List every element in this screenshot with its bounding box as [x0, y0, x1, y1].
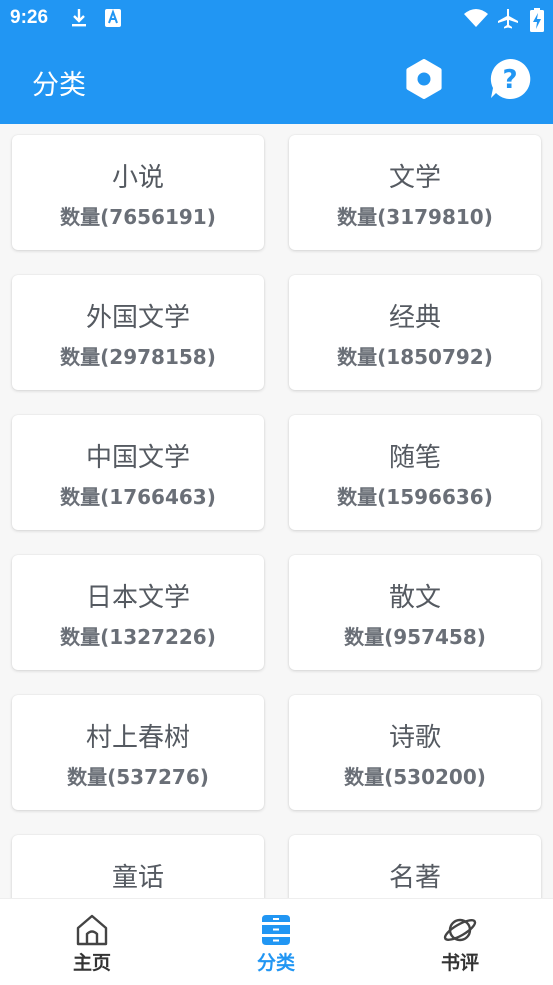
category-card[interactable]: 村上春树 数量(537276) [12, 695, 264, 810]
nav-label-reviews: 书评 [440, 952, 479, 974]
svg-text:?: ? [502, 65, 517, 95]
category-name: 名著 [388, 863, 441, 893]
planet-icon [442, 913, 478, 947]
category-name: 经典 [388, 303, 441, 333]
category-count: 数量(957458) [344, 625, 486, 649]
category-name: 日本文学 [85, 583, 190, 613]
nav-label-category: 分类 [256, 952, 295, 974]
home-icon [74, 913, 110, 947]
category-card[interactable]: 文学 数量(3179810) [289, 135, 541, 250]
category-name: 散文 [388, 583, 441, 613]
status-bar: 9:26 [0, 0, 553, 38]
app-bar: 分类 ? [0, 38, 553, 124]
category-name: 文学 [388, 163, 441, 193]
category-name: 外国文学 [85, 303, 190, 333]
category-card[interactable]: 诗歌 数量(530200) [289, 695, 541, 810]
category-card[interactable]: 随笔 数量(1596636) [289, 415, 541, 530]
category-card[interactable]: 中国文学 数量(1766463) [12, 415, 264, 530]
category-count: 数量(530200) [344, 765, 486, 789]
nav-item-reviews[interactable]: 书评 [368, 899, 552, 985]
category-card[interactable]: 名著 [289, 835, 541, 898]
category-count: 数量(1850792) [337, 345, 493, 369]
category-icon [258, 913, 294, 947]
category-grid: 小说 数量(7656191) 文学 数量(3179810) 外国文学 数量(29… [12, 135, 542, 898]
page-title: 分类 [32, 70, 86, 101]
battery-charging-icon [530, 8, 544, 36]
category-count: 数量(2978158) [60, 345, 216, 369]
wifi-icon [464, 8, 488, 32]
category-count: 数量(1327226) [60, 625, 216, 649]
category-name: 中国文学 [85, 443, 190, 473]
nav-item-home[interactable]: 主页 [0, 899, 184, 985]
category-name: 童话 [111, 863, 164, 893]
category-count: 数量(1596636) [337, 485, 493, 509]
category-card[interactable]: 散文 数量(957458) [289, 555, 541, 670]
category-count: 数量(1766463) [60, 485, 216, 509]
category-count: 数量(3179810) [337, 205, 493, 229]
settings-button[interactable] [400, 57, 448, 105]
a-badge-icon [104, 8, 122, 32]
airplane-icon [497, 8, 519, 34]
category-name: 随笔 [388, 443, 441, 473]
category-count: 数量(537276) [67, 765, 209, 789]
category-card[interactable]: 经典 数量(1850792) [289, 275, 541, 390]
category-card[interactable]: 日本文学 数量(1327226) [12, 555, 264, 670]
category-name: 小说 [111, 163, 164, 193]
category-count: 数量(7656191) [60, 205, 216, 229]
category-name: 诗歌 [388, 723, 441, 753]
nav-item-category[interactable]: 分类 [184, 899, 368, 985]
help-button[interactable]: ? [486, 57, 534, 105]
bottom-nav: 主页 分类 书评 [0, 898, 553, 985]
category-list[interactable]: 小说 数量(7656191) 文学 数量(3179810) 外国文学 数量(29… [0, 124, 553, 898]
settings-icon [404, 59, 444, 103]
status-time: 9:26 [10, 7, 49, 28]
category-card[interactable]: 童话 [12, 835, 264, 898]
category-card[interactable]: 小说 数量(7656191) [12, 135, 264, 250]
category-card[interactable]: 外国文学 数量(2978158) [12, 275, 264, 390]
download-icon [70, 8, 88, 32]
nav-label-home: 主页 [72, 952, 111, 974]
category-name: 村上春树 [85, 723, 190, 753]
help-icon: ? [488, 57, 532, 105]
